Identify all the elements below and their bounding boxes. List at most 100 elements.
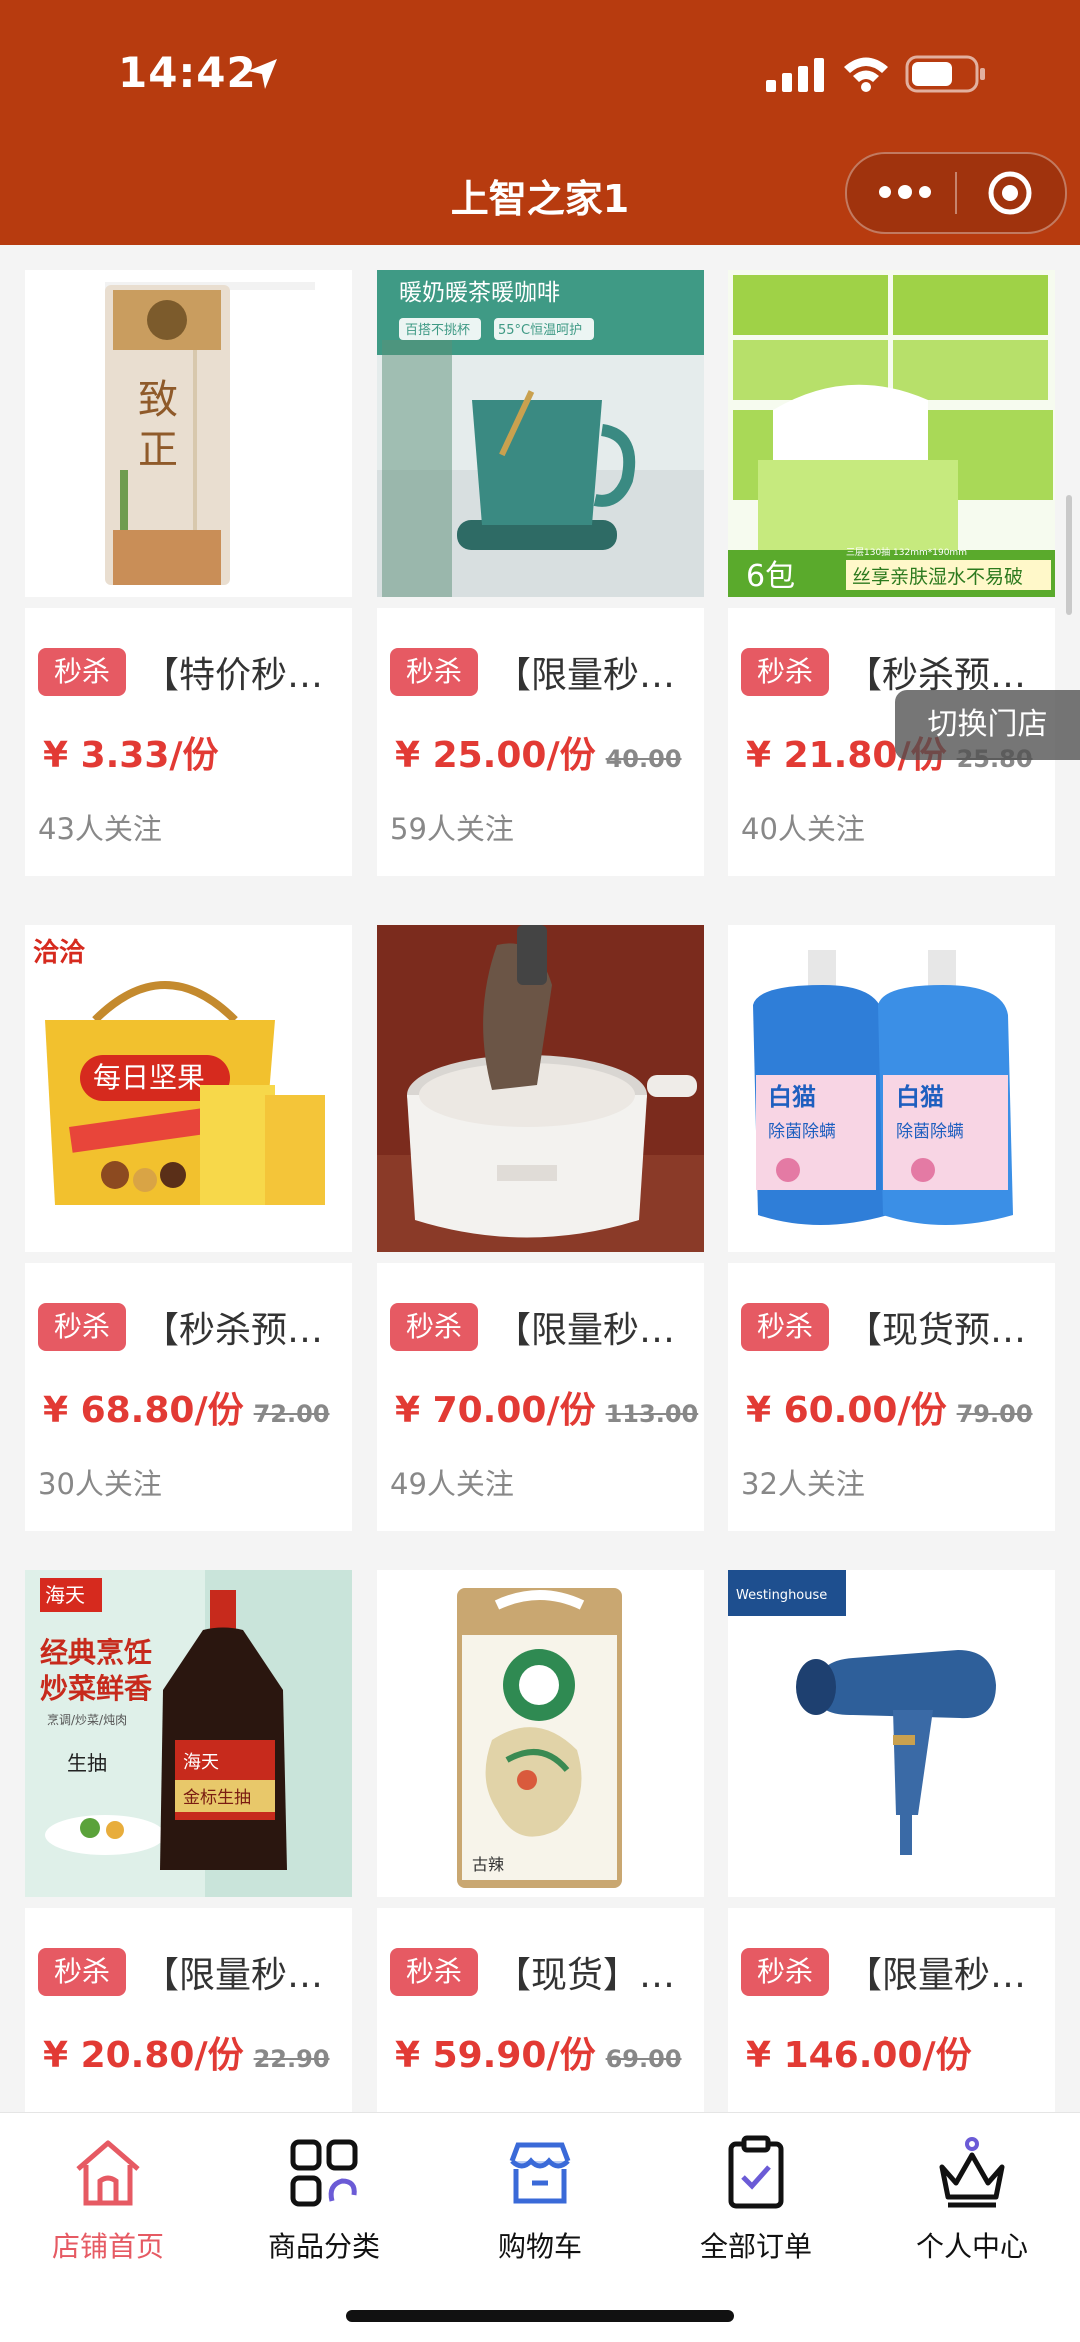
product-price: ¥ 25.00/份 40.00 [395, 726, 682, 778]
product-name: 【限量秒杀】电煮锅 [495, 1310, 695, 1351]
product-image[interactable] [377, 925, 704, 1252]
original-price: 22.90 [253, 2045, 330, 2073]
tab-category[interactable]: 商品分类 [216, 2131, 432, 2265]
flash-sale-badge: 秒杀 [741, 648, 829, 696]
product-price: ¥ 70.00/份 113.00 [395, 1381, 698, 1433]
product-image[interactable]: 海天 经典烹饪 炒菜鲜香 烹调/炒菜/炖肉 生抽 海天 金标生抽 [25, 1570, 352, 1897]
price-value: ¥ 146.00/份 [746, 2035, 972, 2076]
tab-orders[interactable]: 全部订单 [648, 2131, 864, 2265]
price-value: ¥ 20.80/份 [43, 2035, 244, 2076]
capsule-divider [955, 172, 957, 214]
switch-store-button[interactable]: 切换门店 [895, 690, 1080, 760]
product-image[interactable]: 白猫 白猫 除菌除螨 除菌除螨 [728, 925, 1055, 1252]
crown-icon [939, 2137, 1005, 2208]
svg-text:致: 致 [138, 377, 178, 423]
cellular-signal-icon [766, 58, 824, 92]
follower-count: 32人关注 [741, 1467, 865, 1501]
cart-icon [509, 2142, 571, 2204]
brand-label: 白猫 [896, 1083, 944, 1111]
product-info[interactable]: 秒杀 【现货预售】白猫洗衣液 ¥ 60.00/份 79.00 32人关注 [728, 1263, 1055, 1531]
flash-sale-badge: 秒杀 [741, 1303, 829, 1351]
product-name: 【限量秒杀】暖奶暖茶暖咖啡 [495, 655, 695, 696]
product-info[interactable]: 秒杀 【限量秒杀】西屋吹风机 ¥ 146.00/份 [728, 1908, 1055, 2112]
flash-sale-badge: 秒杀 [38, 1948, 126, 1996]
price-value: ¥ 70.00/份 [395, 1390, 596, 1431]
product-info[interactable]: 秒杀 【现货】古辣大米 ¥ 59.90/份 69.00 [377, 1908, 704, 2112]
rice-name: 古辣 [472, 1855, 504, 1874]
flash-sale-badge: 秒杀 [390, 648, 478, 696]
product-name: 【限量秒杀】海天生抽 [143, 1955, 343, 1996]
brand-logo: Westinghouse [736, 1588, 827, 1603]
tab-label: 全部订单 [699, 2230, 812, 2263]
original-price: 113.00 [605, 1400, 699, 1428]
product-price: ¥ 59.90/份 69.00 [395, 2026, 682, 2078]
order-icon [728, 2135, 784, 2209]
tab-label: 购物车 [497, 2230, 582, 2263]
product-info[interactable]: 秒杀 【秒杀预售】洽洽每日坚果 ¥ 68.80/份 72.00 30人关注 [25, 1263, 352, 1531]
product-image[interactable]: 6包 丝享亲肤湿水不易破 三层130抽 132mm*190mm [728, 270, 1055, 597]
tab-home[interactable]: 店铺首页 [0, 2131, 216, 2265]
wifi-icon [844, 57, 888, 92]
original-price: 72.00 [253, 1400, 330, 1428]
brand-logo: 洽洽 [33, 938, 86, 968]
battery-icon [905, 55, 985, 93]
product-image[interactable]: 洽洽 每日坚果 [25, 925, 352, 1252]
product-name: 【特价秒杀】致正挂面 [143, 655, 343, 696]
scrollbar[interactable] [1066, 495, 1072, 615]
home-indicator [346, 2310, 734, 2322]
svg-text:正: 正 [138, 427, 178, 473]
follower-count: 30人关注 [38, 1467, 162, 1501]
flash-sale-badge: 秒杀 [38, 1303, 126, 1351]
original-price: 79.00 [956, 1400, 1033, 1428]
status-time: 14:42 [118, 48, 257, 97]
product-label: 每日坚果 [93, 1061, 205, 1094]
product-image[interactable]: 致 正 [25, 270, 352, 597]
price-value: ¥ 25.00/份 [395, 735, 596, 776]
bottle-label: 金标生抽 [183, 1788, 251, 1808]
product-info[interactable]: 秒杀 【限量秒杀】海天生抽 ¥ 20.80/份 22.90 [25, 1908, 352, 2112]
product-label: 除菌除螨 [768, 1122, 836, 1142]
follower-count: 40人关注 [741, 812, 865, 846]
follower-count: 43人关注 [38, 812, 162, 846]
promo-tag: 百搭不挑杯 [405, 322, 470, 338]
promo-tag: 55°C恒温呵护 [498, 323, 582, 338]
home-icon [76, 2140, 140, 2206]
header-bar: 14:42 上智之家1 [0, 0, 1080, 245]
tab-cart[interactable]: 购物车 [432, 2131, 648, 2265]
product-image[interactable]: 古辣 [377, 1570, 704, 1897]
tab-profile[interactable]: 个人中心 [864, 2131, 1080, 2265]
product-image[interactable]: Westinghouse [728, 1570, 1055, 1897]
product-info[interactable]: 秒杀 【特价秒杀】致正挂面 ¥ 3.33/份 43人关注 [25, 608, 352, 876]
product-name: 【限量秒杀】西屋吹风机 [846, 1955, 1046, 1996]
promo-headline: 暖奶暖茶暖咖啡 [399, 280, 560, 306]
bottle-brand: 海天 [183, 1752, 219, 1773]
product-info[interactable]: 秒杀 【限量秒杀】暖奶暖茶暖咖啡 ¥ 25.00/份 40.00 59人关注 [377, 608, 704, 876]
promo-line: 炒菜鲜香 [40, 1672, 152, 1705]
bottom-tab-bar: 店铺首页 商品分类 购物车 全部订单 个人中心 [0, 2112, 1080, 2342]
price-value: ¥ 3.33/份 [43, 735, 219, 776]
flash-sale-badge: 秒杀 [741, 1948, 829, 1996]
promo-line: 经典烹饪 [40, 1636, 152, 1669]
product-price: ¥ 68.80/份 72.00 [43, 1381, 330, 1433]
promo-slogan: 丝享亲肤湿水不易破 [852, 566, 1023, 588]
product-image[interactable]: 暖奶暖茶暖咖啡 百搭不挑杯 55°C恒温呵护 [377, 270, 704, 597]
follower-count: 59人关注 [390, 812, 514, 846]
product-name: 【现货】古辣大米 [495, 1955, 695, 1996]
location-arrow-icon [248, 59, 277, 89]
product-price: ¥ 20.80/份 22.90 [43, 2026, 330, 2078]
price-value: ¥ 60.00/份 [746, 1390, 947, 1431]
brand-logo: 海天 [45, 1583, 85, 1607]
product-price: ¥ 60.00/份 79.00 [746, 1381, 1033, 1433]
product-grid: 致 正 秒杀 【特价秒杀】致正挂面 ¥ 3.33/份 43人关注 [0, 245, 1080, 2112]
product-price: ¥ 146.00/份 [746, 2026, 972, 2078]
tab-label: 个人中心 [915, 2230, 1028, 2263]
product-info[interactable]: 秒杀 【限量秒杀】电煮锅 ¥ 70.00/份 113.00 49人关注 [377, 1263, 704, 1531]
promo-sub: 烹调/炒菜/炖肉 [47, 1712, 127, 1727]
spec-text: 三层130抽 132mm*190mm [846, 546, 967, 558]
product-name: 【秒杀预售】洽洽每日坚果 [143, 1310, 343, 1351]
original-price: 40.00 [605, 745, 682, 773]
category-icon [290, 2139, 358, 2207]
close-target-icon[interactable] [987, 170, 1033, 216]
more-dots-icon[interactable] [877, 180, 933, 204]
price-value: ¥ 68.80/份 [43, 1390, 244, 1431]
